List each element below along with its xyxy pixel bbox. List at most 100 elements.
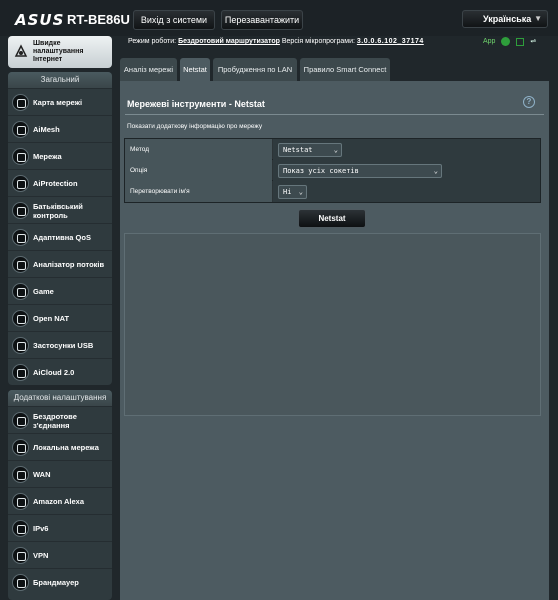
option-cell: Показ усіх сокетів ⌄: [273, 160, 540, 181]
model-name: RT-BE86U: [67, 12, 130, 27]
sidebar-advanced-header: Додаткові налаштування: [8, 390, 112, 406]
wireless-icon: [12, 412, 29, 429]
aimesh-icon: [12, 121, 29, 138]
parental-control-icon: [12, 202, 29, 219]
form-row-resolve-names: Перетворювати ім'я Ні ⌄: [125, 181, 540, 202]
mode-link[interactable]: Бездротовий маршрутизатор: [178, 38, 280, 45]
chevron-down-icon: ⌄: [433, 167, 438, 175]
language-value: Українська: [483, 14, 532, 24]
sidebar-item-wan[interactable]: WAN: [8, 460, 112, 487]
quick-internet-setup[interactable]: Швидке налаштування Інтернет: [8, 36, 112, 68]
help-icon[interactable]: ?: [523, 96, 535, 108]
status-row: Режим роботи: Бездротовий маршрутизатор …: [128, 38, 424, 45]
open-nat-icon: [12, 310, 29, 327]
sidebar-item-network[interactable]: Мережа: [8, 142, 112, 169]
sidebar-item-firewall[interactable]: Брандмауер: [8, 568, 112, 595]
divider: [125, 114, 544, 115]
method-cell: Netstat ⌄: [273, 139, 540, 160]
sidebar-item-label: WAN: [33, 470, 51, 479]
sidebar-item-parental-control[interactable]: Батьківський контроль: [8, 196, 112, 223]
form-row-method: Метод Netstat ⌄: [125, 139, 540, 160]
sidebar-general: Загальний Карта мережі AiMesh Мережа AiP…: [8, 72, 112, 385]
sidebar-item-label: Карта мережі: [33, 98, 83, 107]
language-select[interactable]: Українська ▼: [462, 10, 548, 28]
gear-icon[interactable]: [501, 37, 511, 46]
sidebar-item-label: AiProtection: [33, 179, 78, 188]
sidebar-item-network-map[interactable]: Карта мережі: [8, 88, 112, 115]
sidebar-item-aicloud[interactable]: AiCloud 2.0: [8, 358, 112, 385]
sidebar-item-label: Мережа: [33, 152, 62, 161]
tab-smart-connect[interactable]: Правило Smart Connect: [300, 58, 390, 81]
sidebar-item-alexa[interactable]: Amazon Alexa: [8, 487, 112, 514]
sidebar-item-label: Open NAT: [33, 314, 70, 323]
firmware-label: Версія мікропрограми:: [281, 38, 355, 45]
reboot-button[interactable]: Перезавантажити: [221, 10, 303, 30]
usb-status-icon[interactable]: ⇌: [530, 37, 536, 45]
sidebar-item-qos[interactable]: Адаптивна QoS: [8, 223, 112, 250]
form-row-option: Опція Показ усіх сокетів ⌄: [125, 160, 540, 181]
sidebar-item-label: Адаптивна QoS: [33, 233, 91, 242]
aiprotection-icon: [12, 175, 29, 192]
network-icon: [12, 148, 29, 165]
qos-icon: [12, 229, 29, 246]
method-label: Метод: [125, 139, 272, 160]
quick-setup-icon: [14, 44, 28, 57]
sidebar-item-game[interactable]: Game: [8, 277, 112, 304]
status-icons: App ⇌: [483, 37, 540, 46]
chevron-down-icon: ▼: [534, 14, 542, 23]
chevron-down-icon: ⌄: [333, 146, 338, 154]
sidebar-item-label: Бездротове з'єднання: [33, 411, 77, 430]
sidebar-item-label: Застосунки USB: [33, 341, 94, 350]
aicloud-icon: [12, 364, 29, 381]
sidebar-item-label: IPv6: [33, 524, 49, 533]
clients-icon[interactable]: [516, 37, 525, 46]
lan-icon: [12, 439, 29, 456]
sidebar-item-label: Amazon Alexa: [33, 497, 84, 506]
sidebar-item-label: Game: [33, 287, 54, 296]
mode-label: Режим роботи:: [128, 38, 177, 45]
output-textarea[interactable]: [124, 233, 541, 416]
sidebar-item-label: Локальна мережа: [33, 443, 99, 452]
resolve-names-label: Перетворювати ім'я: [125, 181, 272, 202]
ipv6-icon: [12, 520, 29, 537]
tab-wake-on-lan[interactable]: Пробудження по LAN: [213, 58, 297, 81]
vpn-icon: [12, 547, 29, 564]
logout-button[interactable]: Вихід з системи: [133, 10, 215, 30]
sidebar-item-aimesh[interactable]: AiMesh: [8, 115, 112, 142]
option-value: Показ усіх сокетів: [283, 167, 359, 175]
sidebar-advanced: Додаткові налаштування Бездротове з'єдна…: [8, 390, 112, 600]
tab-network-analysis[interactable]: Аналіз мережі: [120, 58, 177, 81]
chevron-down-icon: ⌄: [298, 188, 303, 196]
asus-logo: ASUS: [15, 11, 65, 29]
sidebar-item-aiprotection[interactable]: AiProtection: [8, 169, 112, 196]
sidebar-item-label: Батьківський контроль: [33, 201, 83, 220]
sidebar-item-label: AiCloud 2.0: [33, 368, 75, 377]
sidebar-general-header: Загальний: [8, 72, 112, 88]
sidebar-item-label: Брандмауер: [33, 578, 79, 587]
sidebar-item-wireless[interactable]: Бездротове з'єднання: [8, 406, 112, 433]
sidebar-item-ipv6[interactable]: IPv6: [8, 514, 112, 541]
sidebar-item-traffic-analyzer[interactable]: Аналізатор потоків: [8, 250, 112, 277]
sidebar-item-lan[interactable]: Локальна мережа: [8, 433, 112, 460]
sidebar-item-open-nat[interactable]: Open NAT: [8, 304, 112, 331]
sidebar-item-label: VPN: [33, 551, 49, 560]
app-label[interactable]: App: [483, 38, 495, 45]
sidebar-item-usb-apps[interactable]: Застосунки USB: [8, 331, 112, 358]
usb-icon: [12, 337, 29, 354]
firmware-link[interactable]: 3.0.0.6.102_37174: [357, 38, 424, 45]
firewall-icon: [12, 574, 29, 591]
option-label: Опція: [125, 160, 272, 181]
page-title: Мережеві інструменти - Netstat: [127, 99, 265, 109]
method-select[interactable]: Netstat ⌄: [278, 143, 342, 157]
tab-netstat[interactable]: Netstat: [180, 58, 210, 81]
quick-setup-label: Швидке налаштування Інтернет: [33, 40, 84, 63]
netstat-run-button[interactable]: Netstat: [298, 209, 366, 228]
option-select[interactable]: Показ усіх сокетів ⌄: [278, 164, 442, 178]
resolve-names-value: Ні: [283, 188, 292, 196]
resolve-names-select[interactable]: Ні ⌄: [278, 185, 307, 199]
sidebar-item-vpn[interactable]: VPN: [8, 541, 112, 568]
settings-form: Метод Netstat ⌄ Опція Показ усіх сокетів…: [124, 138, 541, 203]
page-description: Показати додаткову інформацію про мережу: [127, 123, 263, 130]
wan-icon: [12, 466, 29, 483]
sidebar-item-label: Аналізатор потоків: [33, 260, 105, 269]
